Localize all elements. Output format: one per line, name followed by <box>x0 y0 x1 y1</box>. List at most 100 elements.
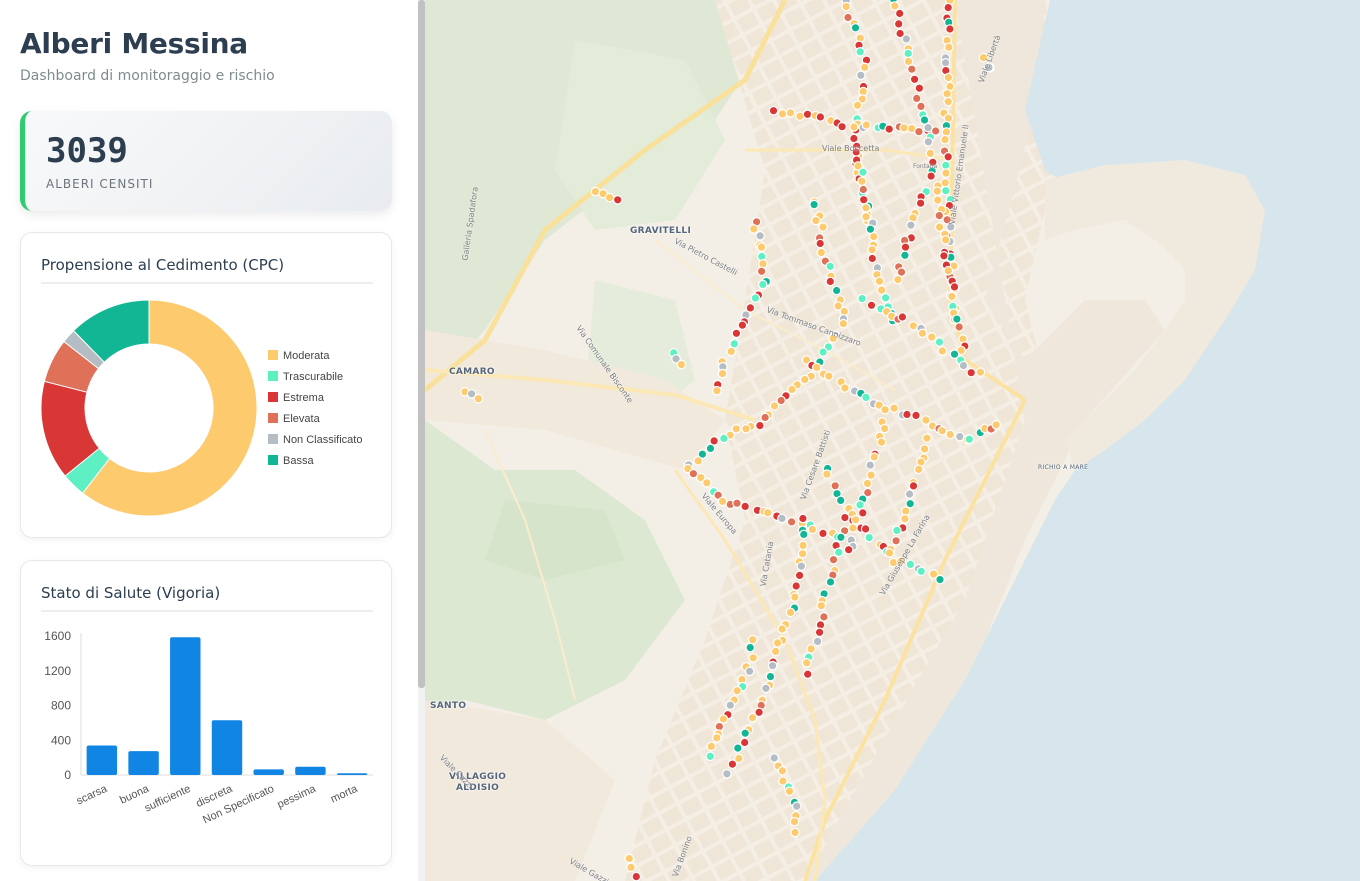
tree-marker[interactable] <box>884 124 894 134</box>
tree-marker[interactable] <box>705 751 715 762</box>
vigoria-bar-chart[interactable]: 040080012001600scarsa buonasufficiente dis… <box>21 561 393 867</box>
tree-marker[interactable] <box>818 528 828 539</box>
tree-marker[interactable] <box>748 224 759 234</box>
tree-marker[interactable] <box>858 167 868 177</box>
tree-marker[interactable] <box>900 250 910 261</box>
tree-marker[interactable] <box>919 115 930 125</box>
tree-marker[interactable] <box>857 176 867 186</box>
tree-marker[interactable] <box>705 443 716 454</box>
tree-marker[interactable] <box>769 401 780 411</box>
tree-marker[interactable] <box>867 244 877 255</box>
tree-marker[interactable] <box>676 359 687 370</box>
tree-marker[interactable] <box>791 801 802 811</box>
tree-marker[interactable] <box>772 638 783 648</box>
tree-marker[interactable] <box>811 362 822 373</box>
tree-marker[interactable] <box>934 222 945 232</box>
tree-marker[interactable] <box>745 642 755 653</box>
legend-label[interactable]: Bassa <box>283 455 314 467</box>
tree-marker[interactable] <box>904 489 915 499</box>
tree-marker[interactable] <box>777 624 787 634</box>
tree-marker[interactable] <box>858 194 869 205</box>
tree-marker[interactable] <box>747 634 758 645</box>
tree-marker[interactable] <box>932 195 943 205</box>
tree-marker[interactable] <box>717 368 728 379</box>
legend-swatch[interactable] <box>268 392 278 402</box>
tree-marker[interactable] <box>934 210 945 221</box>
tree-marker[interactable] <box>841 1 851 12</box>
tree-marker[interactable] <box>732 743 743 753</box>
tree-marker[interactable] <box>891 535 901 546</box>
tree-marker[interactable] <box>693 456 703 466</box>
tree-marker[interactable] <box>909 74 920 85</box>
tree-marker[interactable] <box>966 367 976 378</box>
tree-marker[interactable] <box>889 403 899 413</box>
tree-marker[interactable] <box>939 251 949 261</box>
tree-marker[interactable] <box>762 507 773 518</box>
tree-marker[interactable] <box>807 524 818 535</box>
legend-swatch[interactable] <box>268 371 278 381</box>
tree-marker[interactable] <box>790 827 800 838</box>
tree-marker[interactable] <box>840 512 850 523</box>
tree-marker[interactable] <box>838 318 849 329</box>
legend-label[interactable]: Estrema <box>283 392 325 404</box>
tree-marker[interactable] <box>941 127 952 137</box>
tree-marker[interactable] <box>940 185 951 196</box>
cpc-doughnut-chart[interactable]: Moderata Trascurabile Estrema Elevata Non Cl… <box>21 233 393 539</box>
tree-marker[interactable] <box>866 300 877 311</box>
tree-marker[interactable] <box>830 480 840 491</box>
tree-marker[interactable] <box>796 561 807 571</box>
tree-marker[interactable] <box>825 261 835 272</box>
tree-marker[interactable] <box>701 477 712 488</box>
tree-marker[interactable] <box>940 134 950 145</box>
tree-marker[interactable] <box>942 88 952 99</box>
bar-pessima[interactable] <box>295 766 326 775</box>
tree-marker[interactable] <box>811 215 821 226</box>
tree-marker[interactable] <box>917 328 928 339</box>
tree-marker[interactable] <box>880 292 891 303</box>
tree-marker[interactable] <box>954 322 964 332</box>
tree-marker[interactable] <box>899 123 909 133</box>
tree-marker[interactable] <box>840 383 850 393</box>
tree-marker[interactable] <box>784 786 795 797</box>
tree-marker[interactable] <box>732 685 742 696</box>
tree-marker[interactable] <box>835 495 846 506</box>
tree-marker[interactable] <box>908 481 919 491</box>
bar-scarsa[interactable] <box>86 745 118 775</box>
tree-marker[interactable] <box>777 765 788 776</box>
tree-marker[interactable] <box>915 198 926 208</box>
tree-marker[interactable] <box>900 506 911 516</box>
tree-marker[interactable] <box>947 291 957 302</box>
tree-marker[interactable] <box>901 34 912 44</box>
tree-marker[interactable] <box>750 293 761 303</box>
tree-marker[interactable] <box>949 282 960 292</box>
tree-marker[interactable] <box>801 657 812 668</box>
tree-marker[interactable] <box>732 498 742 508</box>
tree-marker[interactable] <box>900 242 911 252</box>
tree-marker[interactable] <box>828 554 839 565</box>
tree-marker[interactable] <box>919 444 930 454</box>
tree-marker[interactable] <box>860 524 871 534</box>
tree-marker[interactable] <box>964 434 975 444</box>
tree-marker[interactable] <box>706 741 717 752</box>
legend-swatch[interactable] <box>268 413 278 423</box>
tree-marker[interactable] <box>903 48 913 59</box>
tree-marker[interactable] <box>726 346 736 357</box>
tree-marker[interactable] <box>894 8 905 19</box>
tree-marker[interactable] <box>893 274 903 285</box>
tree-marker[interactable] <box>855 500 865 510</box>
tree-marker[interactable] <box>825 577 836 587</box>
tree-marker[interactable] <box>712 385 722 396</box>
tree-marker[interactable] <box>626 862 636 873</box>
tree-marker[interactable] <box>943 265 954 276</box>
tree-marker[interactable] <box>906 220 916 230</box>
legend-label[interactable]: Elevata <box>283 413 321 425</box>
tree-marker[interactable] <box>757 279 768 290</box>
tree-marker[interactable] <box>975 367 986 377</box>
tree-marker[interactable] <box>926 171 936 181</box>
tree-marker[interactable] <box>945 24 955 34</box>
tree-marker[interactable] <box>902 409 912 420</box>
tree-marker[interactable] <box>874 276 885 286</box>
tree-marker[interactable] <box>815 112 826 122</box>
tree-marker[interactable] <box>473 393 484 404</box>
tree-marker[interactable] <box>765 671 776 682</box>
